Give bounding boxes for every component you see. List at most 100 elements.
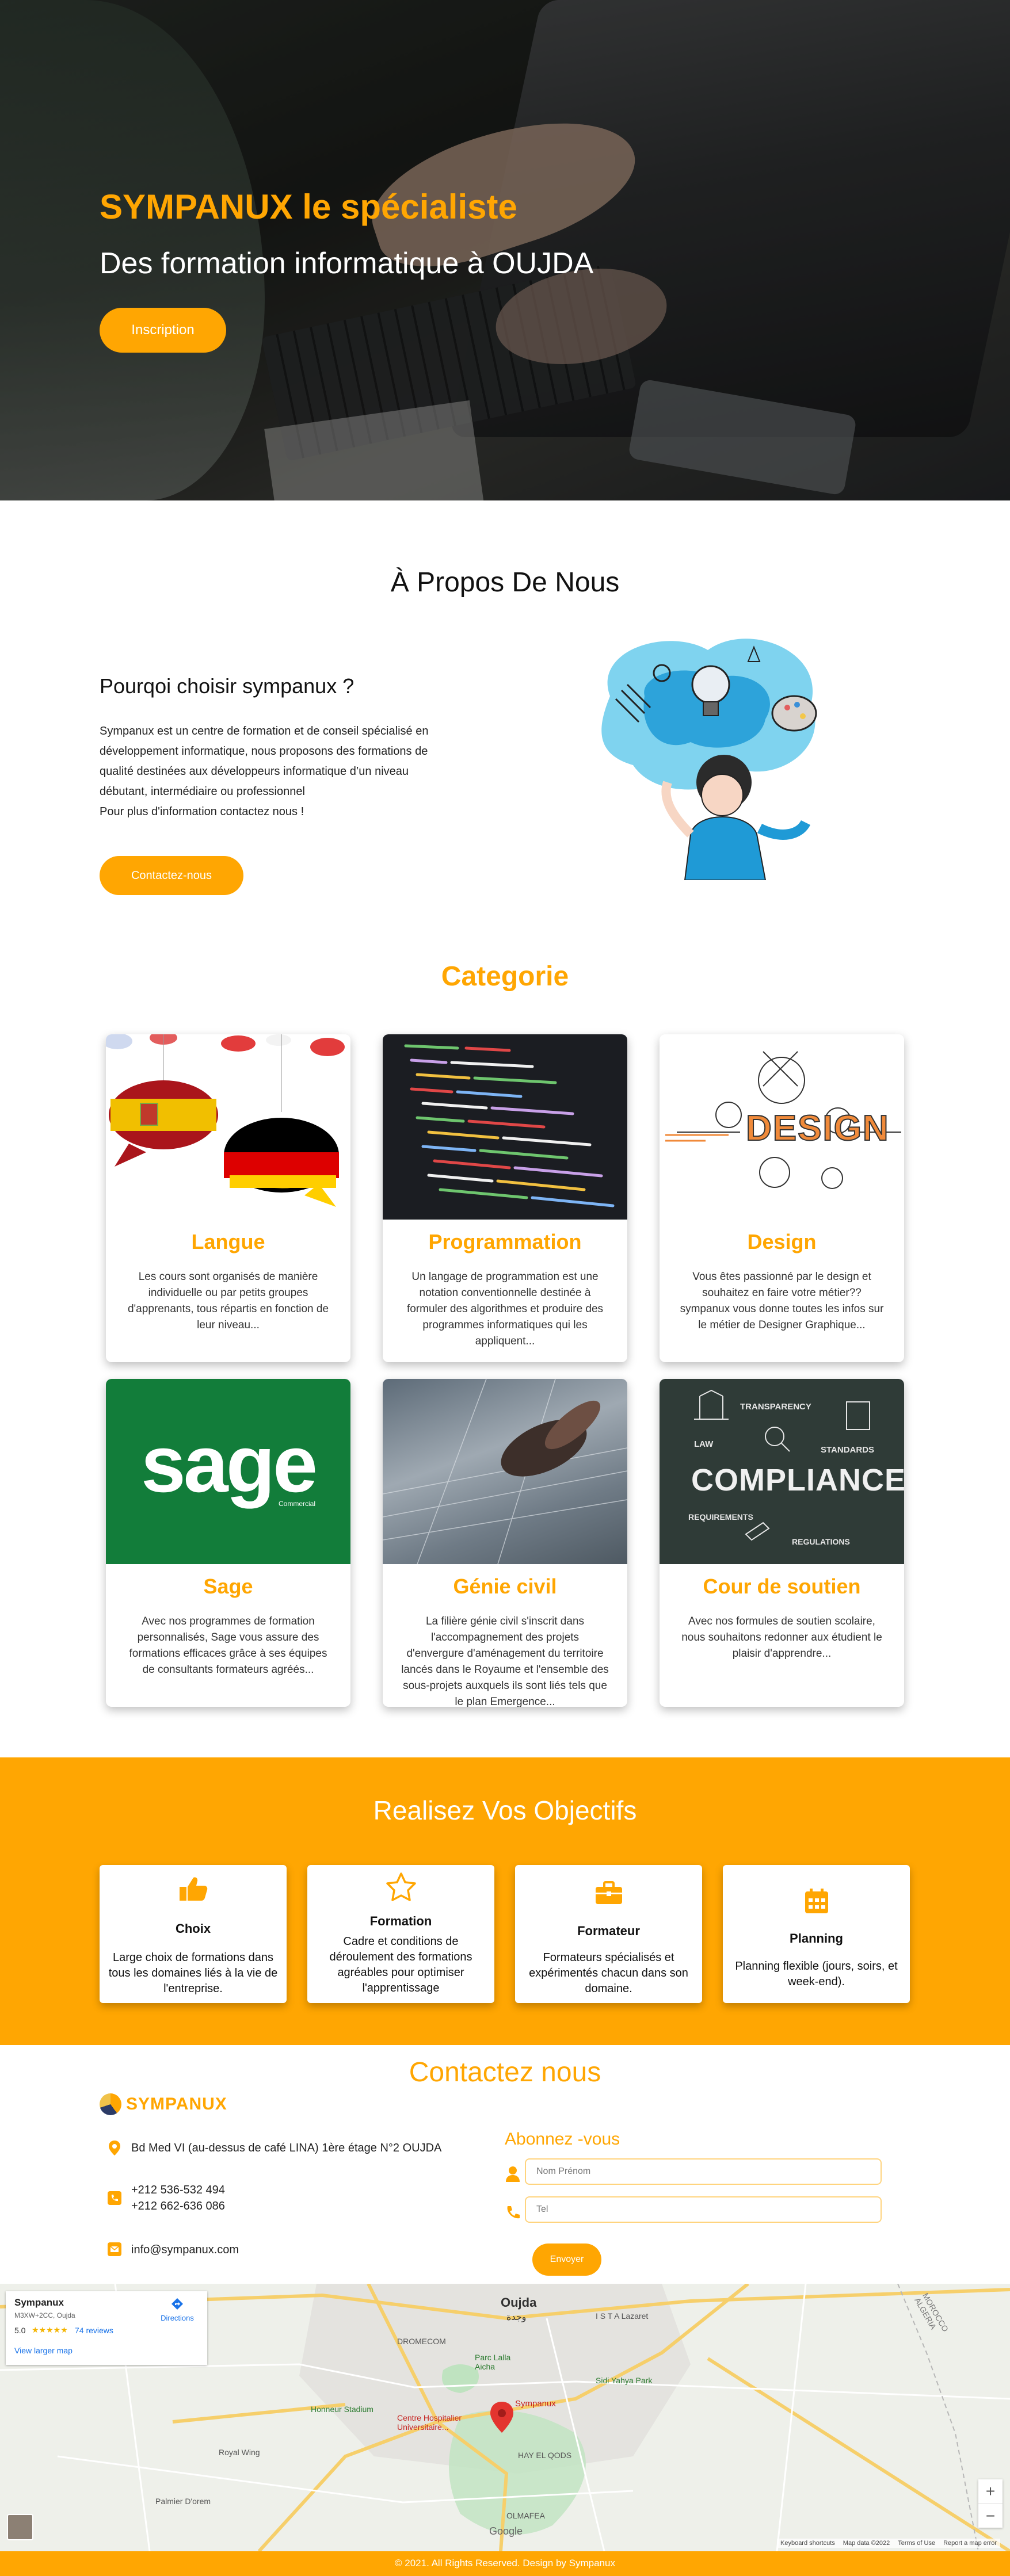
description-line: l'accompagnement des projets [430,1631,580,1644]
category-description: Avec nos programmes de formation personn… [123,1614,333,1678]
name-input[interactable] [525,2158,882,2185]
about-paragraph: Sympanux est un centre de formation et d… [100,721,514,822]
map-satellite-toggle[interactable] [7,2514,33,2540]
map-label-oujda: Oujda [501,2295,537,2310]
place-name: Sympanux [14,2297,64,2308]
category-title: Cour de soutien [703,1574,861,1598]
category-description: Avec nos formules de soutien scolaire, n… [677,1614,887,1662]
inscription-button[interactable]: Inscription [100,308,226,353]
sage-image: sage Commercial [106,1379,350,1564]
map-label-royal-wing: Royal Wing [219,2448,260,2457]
email-icon [106,2242,123,2258]
objective-title: Formateur [577,1924,640,1938]
objective-line: déroulement des formations [329,1951,472,1963]
category-description: Vous êtes passionné par le design et sou… [677,1269,887,1333]
calendar-icon [723,1888,910,1921]
map-label-palmier: Palmier D'orem [155,2497,211,2506]
description-line: le métier de Designer Graphique... [698,1319,866,1331]
rating-stars: ★★★★★ [32,2325,68,2334]
phone-number[interactable]: +212 662-636 086 [131,2198,225,2214]
description-line: lancés dans le Royaume et l'ensemble des [401,1664,609,1676]
category-card-genie-civil[interactable]: Génie civil La filière génie civil s'ins… [383,1379,627,1707]
footer-copyright: © 2021. All Rights Reserved. Design by S… [395,2558,615,2569]
sage-logo-text: sage [140,1419,318,1509]
phone-icon [504,2205,521,2222]
langue-image [106,1034,350,1220]
category-card-design[interactable]: DESIGN Design Vous êtes passionné par le… [660,1034,904,1362]
map-label-hospital: Centre Hospitalier Universitaire... [397,2413,462,2432]
map-marker-label[interactable]: Sympanux [515,2399,556,2409]
objective-card-formation: Formation Cadre et conditions de déroule… [307,1865,494,2003]
objective-line: agréables pour optimiser [337,1966,464,1979]
view-larger-map-link[interactable]: View larger map [14,2346,73,2355]
report-error-link[interactable]: Report a map error [943,2540,997,2547]
objectives-title: Realisez Vos Objectifs [373,1795,637,1825]
objective-line: Large choix de formations dans [112,1951,274,1964]
about-section-title: À Propos De Nous [390,567,620,598]
terms-link[interactable]: Terms of Use [898,2540,935,2547]
objective-line: Cadre et conditions de [343,1935,459,1948]
category-description: Les cours sont organisés de manière indi… [123,1269,333,1333]
category-card-sage[interactable]: sage Commercial Sage Avec nos programmes… [106,1379,350,1707]
description-line: programmes informatiques qui les [422,1319,588,1331]
objective-line: expérimentés chacun dans son [529,1967,688,1979]
description-line: Vous êtes passionné par le design et [692,1271,871,1283]
about-illustration [601,639,817,880]
objective-line: Formateurs spécialisés et [543,1951,674,1964]
objective-title: Choix [175,1921,211,1936]
hero-subtitle: Des formation informatique à OUJDA [100,247,594,280]
description-line: individuelle ou par petits groupes [148,1287,308,1299]
hero-title: SYMPANUX le spécialiste [100,188,517,226]
about-line: qualité destinées aux développeurs infor… [100,765,409,778]
map-label-olmafea: OLMAFEA [506,2511,545,2520]
objective-card-formateur: Formateur Formateurs spécialisés et expé… [515,1865,702,2003]
compliance-image: TRANSPARENCY LAW STANDARDS COMPLIANCE RE… [660,1379,904,1564]
directions-button[interactable]: Directions [160,2297,195,2322]
zoom-out-button[interactable]: − [978,2504,1003,2528]
map-label-lazaret: I S T A Lazaret [596,2311,649,2321]
description-line: souhaitez en faire votre métier?? [702,1287,862,1299]
map-label-dromecom: DROMECOM [397,2337,446,2346]
sympanux-logo[interactable]: SYMPANUX [100,2093,227,2116]
map-zoom-controls[interactable]: + − [978,2479,1003,2528]
description-line: appliquent... [475,1335,535,1347]
category-card-cour-de-soutien[interactable]: TRANSPARENCY LAW STANDARDS COMPLIANCE RE… [660,1379,904,1707]
map-label-oujda-ar: وجدة [506,2311,527,2322]
send-button[interactable]: Envoyer [532,2244,601,2276]
objective-line: tous les domaines liés à la vie de [108,1967,278,1979]
zoom-in-button[interactable]: + [978,2479,1003,2504]
programmation-image [383,1034,627,1220]
objective-description: Large choix de formations dans tous les … [108,1950,278,1997]
category-card-programmation[interactable]: Programmation Un langage de programmatio… [383,1034,627,1362]
keyboard-shortcuts-link[interactable]: Keyboard shortcuts [780,2540,835,2547]
about-line: débutant, intermédiaire ou professionnel [100,785,305,798]
description-line: Avec nos formules de soutien scolaire, [688,1615,875,1627]
category-card-langue[interactable]: Langue Les cours sont organisés de maniè… [106,1034,350,1362]
about-heading: Pourqoi choisir sympanux ? [100,674,355,698]
description-line: sympanux vous donne toutes les infos sur [680,1303,884,1315]
sage-commercial-text: Commercial [279,1500,316,1508]
briefcase-icon [515,1881,702,1912]
tel-input[interactable] [525,2196,882,2223]
phone-number[interactable]: +212 536-532 494 [131,2182,225,2198]
about-line: Pour plus d'information contactez nous ! [100,805,304,818]
objective-line: l'apprentissage [362,1982,440,1994]
description-line: La filière génie civil s'inscrit dans [425,1615,585,1627]
subscribe-title: Abonnez -vous [505,2130,620,2149]
category-description: La filière génie civil s'inscrit dans l'… [400,1614,610,1707]
contact-email[interactable]: info@sympanux.com [131,2242,239,2258]
description-line: le plan Emergence... [455,1696,555,1707]
genie-civil-image [383,1379,627,1564]
contact-us-button[interactable]: Contactez-nous [100,856,243,895]
description-line: Un langage de programmation est une [411,1271,599,1283]
user-icon [504,2166,521,2183]
objective-description: Cadre et conditions de déroulement des f… [316,1934,486,1996]
reviews-link[interactable]: 74 reviews [75,2326,113,2335]
google-logo: Google [489,2525,523,2537]
map-label-stadium: Honneur Stadium [311,2405,373,2414]
contact-address: Bd Med VI (au-dessus de café LINA) 1ère … [131,2142,442,2154]
thumbs-up-icon [100,1876,287,1908]
objective-line: domaine. [585,1982,632,1995]
contact-phones: +212 536-532 494 +212 662-636 086 [131,2182,225,2214]
location-pin-icon [106,2140,123,2156]
